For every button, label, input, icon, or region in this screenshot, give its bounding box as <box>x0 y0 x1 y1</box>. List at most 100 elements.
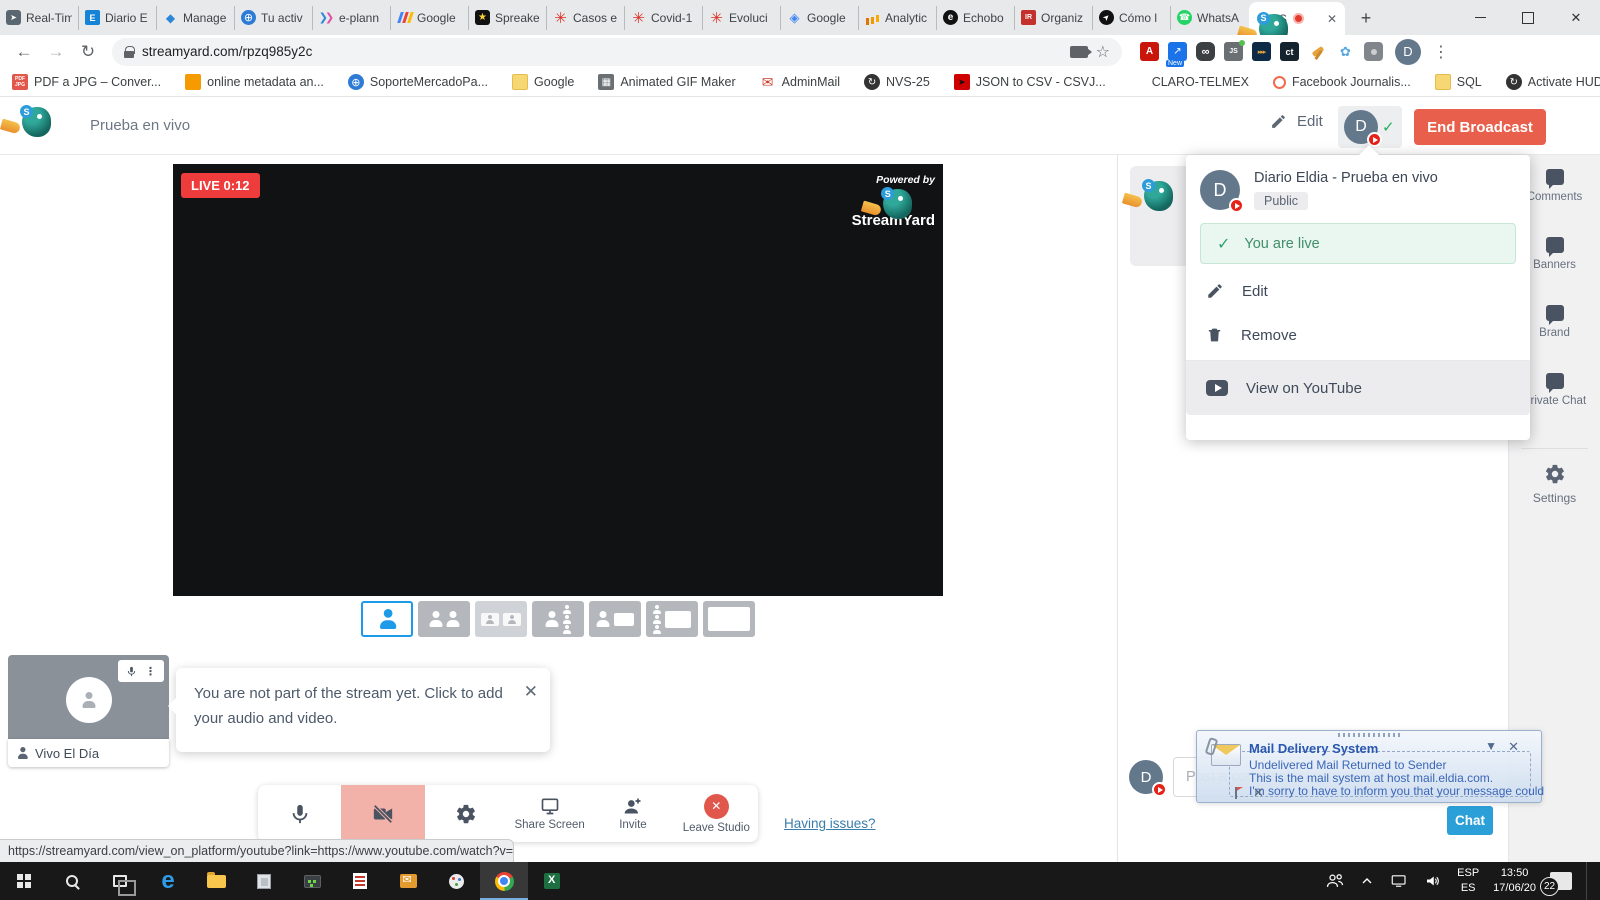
layout-sidebar-button[interactable] <box>532 601 584 637</box>
browser-tab[interactable]: Echobo <box>936 6 1014 30</box>
ct-icon[interactable] <box>1280 42 1299 61</box>
pdf-icon[interactable] <box>1140 42 1159 61</box>
having-issues-link[interactable]: Having issues? <box>784 816 876 831</box>
bookmark-item[interactable]: AdminMail <box>760 74 840 90</box>
taskbar-grid-red-icon[interactable] <box>336 862 384 900</box>
tooltip-close-icon[interactable]: ✕ <box>524 678 538 706</box>
bookmark-item[interactable]: online metadata an... <box>185 74 324 90</box>
leave-studio-button[interactable]: ✕ Leave Studio <box>675 785 758 842</box>
taskbar-excel-icon[interactable] <box>528 862 576 900</box>
layout-split-button[interactable] <box>418 601 470 637</box>
window-close-button[interactable]: ✕ <box>1552 0 1600 35</box>
notifications-icon[interactable]: 22 <box>1550 872 1572 890</box>
share-screen-button[interactable]: Share Screen <box>508 785 591 842</box>
hammer-icon[interactable] <box>1308 42 1327 61</box>
taskbar-start-icon[interactable] <box>0 862 48 900</box>
bookmark-item[interactable]: CLARO-TELMEX <box>1130 74 1249 90</box>
bookmark-item[interactable]: SQL <box>1435 74 1482 90</box>
bookmark-item[interactable]: Google <box>512 74 574 90</box>
taskbar-box-icon[interactable] <box>240 862 288 900</box>
browser-tab[interactable]: Evoluci <box>702 6 780 30</box>
bookmark-item[interactable]: Facebook Journalis... <box>1273 75 1411 89</box>
tab-close-icon[interactable]: ✕ <box>1327 12 1337 26</box>
bookmark-item[interactable]: Animated GIF Maker <box>598 74 735 90</box>
popup-options-icon[interactable]: ▼ <box>1485 739 1497 753</box>
mic-icon[interactable] <box>126 665 137 678</box>
layout-presenter-button[interactable] <box>589 601 641 637</box>
delete-icon[interactable]: ✕ <box>1253 785 1264 801</box>
clock[interactable]: 13:50 17/06/20 <box>1493 866 1536 896</box>
mask-icon[interactable] <box>1196 42 1215 61</box>
browser-profile-avatar[interactable]: D <box>1395 39 1421 65</box>
invid-icon[interactable] <box>1252 42 1271 61</box>
people-icon[interactable] <box>1325 871 1345 891</box>
popup-grip-icon[interactable] <box>1338 733 1400 737</box>
feather-icon[interactable] <box>1336 42 1355 61</box>
layout-fullscreen-button[interactable] <box>703 601 755 637</box>
taskbar-taskview-icon[interactable] <box>96 862 144 900</box>
chat-button[interactable]: Chat <box>1447 806 1493 835</box>
new-tab-button[interactable]: + <box>1351 3 1381 33</box>
browser-tab[interactable]: Spreake <box>468 6 546 30</box>
invite-button[interactable]: Invite <box>591 785 674 842</box>
address-bar[interactable]: streamyard.com/rpzq985y2c ☆ <box>112 38 1122 66</box>
network-icon[interactable] <box>1389 872 1409 890</box>
browser-tab[interactable]: Analytic <box>858 6 936 30</box>
browser-tab[interactable]: Organiz <box>1014 6 1092 30</box>
window-minimize-button[interactable] <box>1456 0 1504 35</box>
window-maximize-button[interactable] <box>1504 0 1552 35</box>
mail-popup-title[interactable]: Mail Delivery System <box>1249 741 1378 756</box>
url-text[interactable]: streamyard.com/rpzq985y2c <box>142 44 1062 59</box>
bookmark-item[interactable]: NVS-25 <box>864 74 930 90</box>
taskbar-edge-icon[interactable] <box>144 862 192 900</box>
taskbar-remote-icon[interactable] <box>288 862 336 900</box>
taskbar-search-icon[interactable] <box>48 862 96 900</box>
menu-item-view-on-youtube[interactable]: View on YouTube <box>1186 361 1530 415</box>
show-desktop-strip[interactable] <box>1586 862 1590 900</box>
tile-menu-icon[interactable]: ⋮ <box>145 665 156 678</box>
flag-icon[interactable] <box>1235 787 1245 799</box>
browser-tab[interactable]: Cómo l <box>1092 6 1170 30</box>
language-indicator[interactable]: ESP ES <box>1457 866 1479 896</box>
browser-tab[interactable]: Tu activ <box>234 6 312 30</box>
bookmark-item[interactable]: SoporteMercadoPa... <box>348 74 488 90</box>
mute-button[interactable] <box>258 785 341 842</box>
taskbar-chrome-icon[interactable] <box>480 862 528 900</box>
layout-solo-button[interactable] <box>361 601 413 637</box>
bookmark-star-icon[interactable]: ☆ <box>1096 42 1110 62</box>
end-broadcast-button[interactable]: End Broadcast <box>1414 109 1546 145</box>
bookmark-item[interactable]: PDF a JPG – Conver... <box>12 74 161 90</box>
browser-tab[interactable]: Casos e <box>546 6 624 30</box>
rail-tab-settings[interactable]: Settings <box>1509 463 1600 506</box>
browser-tab[interactable]: e-plann <box>312 6 390 30</box>
edit-broadcast-button[interactable]: Edit <box>1270 113 1323 130</box>
browser-tab[interactable]: WhatsA <box>1170 6 1248 30</box>
forward-button[interactable]: → <box>42 38 70 66</box>
browser-menu-icon[interactable]: ⋮ <box>1425 42 1457 62</box>
bookmark-item[interactable]: Activate HUD <box>1506 74 1600 90</box>
mail-notification-popup[interactable]: Mail Delivery System Undelivered Mail Re… <box>1196 730 1542 803</box>
taskbar-folder-icon[interactable] <box>192 862 240 900</box>
browser-tab[interactable]: Covid-1 <box>624 6 702 30</box>
puzzle-icon[interactable] <box>1364 42 1383 61</box>
browser-tab[interactable]: Google <box>390 6 468 30</box>
camera-off-button[interactable] <box>341 785 424 842</box>
browser-tab[interactable]: Google <box>780 6 858 30</box>
js-icon[interactable] <box>1224 42 1243 61</box>
reload-button[interactable]: ↻ <box>74 38 102 66</box>
settings-button[interactable] <box>425 785 508 842</box>
taskbar-paint-icon[interactable] <box>432 862 480 900</box>
layout-news-button[interactable] <box>646 601 698 637</box>
new-badge-icon[interactable] <box>1168 42 1187 61</box>
back-button[interactable]: ← <box>10 38 38 66</box>
taskbar-outlook-icon[interactable] <box>384 862 432 900</box>
menu-item-remove[interactable]: Remove <box>1186 318 1530 352</box>
browser-tab-active[interactable]: S ✕ <box>1249 2 1345 35</box>
tray-expand-icon[interactable] <box>1359 873 1375 889</box>
bookmark-item[interactable]: JSON to CSV - CSVJ... <box>954 74 1106 90</box>
participant-tile[interactable]: ⋮ Vivo El Día <box>8 655 169 767</box>
browser-tab[interactable]: Diario E <box>78 6 156 30</box>
menu-item-edit[interactable]: Edit <box>1186 274 1530 308</box>
layout-small-split-button[interactable] <box>475 601 527 637</box>
browser-tab[interactable]: Real-Tim <box>0 6 78 30</box>
